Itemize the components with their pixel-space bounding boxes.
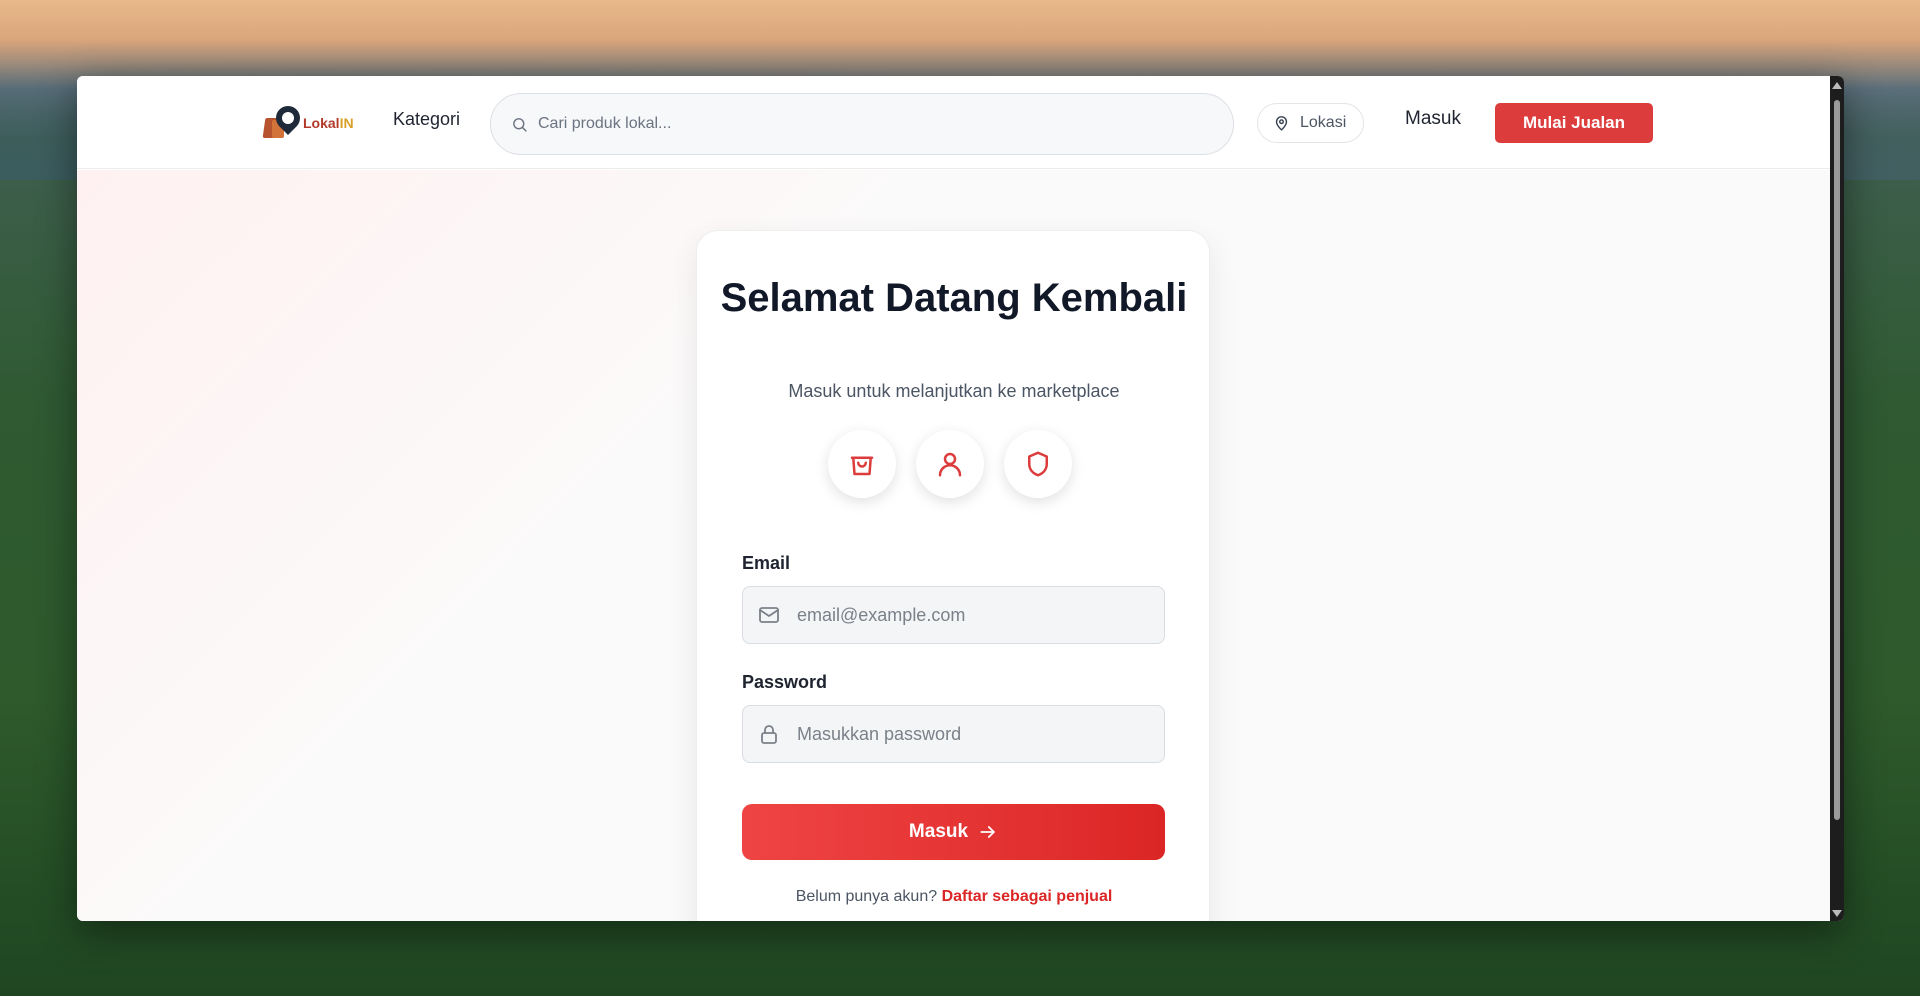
lock-icon [761,725,777,744]
login-submit-label: Masuk [908,821,969,842]
nav-kategori-link[interactable]: Kategori [393,109,460,130]
search-icon [513,117,527,132]
scroll-up-arrow-icon[interactable] [1832,82,1842,89]
password-placeholder: Masukkan password [797,723,962,744]
scroll-down-arrow-icon[interactable] [1832,910,1842,917]
mail-icon [759,607,779,623]
browser-window: LokalIN Kategori Cari produk lokal... Lo… [77,76,1844,921]
login-card: Selamat Datang Kembali Masuk untuk melan… [696,230,1210,921]
register-link[interactable]: Daftar sebagai penjual [942,888,1113,905]
page-title: Selamat Datang Kembali [720,276,1188,320]
shopping-bag-icon [828,430,896,498]
map-pin-icon [1275,115,1288,131]
logo-text: LokalIN [303,115,354,131]
password-field[interactable]: Masukkan password [742,705,1165,763]
navbar: LokalIN Kategori Cari produk lokal... Lo… [77,76,1830,169]
shield-icon [1004,430,1072,498]
location-button[interactable]: Lokasi [1257,103,1364,143]
logo-mark-icon [262,101,305,142]
password-label: Password [742,672,828,692]
scrollbar[interactable] [1830,76,1844,921]
arrow-right-icon [980,826,995,838]
nav-login-link[interactable]: Masuk [1405,108,1461,130]
login-page: Selamat Datang Kembali Masuk untuk melan… [77,170,1830,921]
email-placeholder: email@example.com [797,604,966,625]
logo[interactable]: LokalIN [262,101,354,142]
search-input[interactable]: Cari produk lokal... [490,93,1234,155]
register-prompt: Belum punya akun? Daftar sebagai penjual [795,888,1113,905]
login-submit-button[interactable]: Masuk [742,804,1165,860]
email-field[interactable]: email@example.com [742,586,1165,644]
page-subtitle: Masuk untuk melanjutkan ke marketplace [788,381,1120,401]
user-icon [916,430,984,498]
search-placeholder: Cari produk lokal... [538,115,672,132]
location-label: Lokasi [1300,114,1347,131]
start-selling-button[interactable]: Mulai Jualan [1495,103,1653,143]
scrollbar-thumb[interactable] [1834,100,1840,820]
email-label: Email [742,553,791,573]
